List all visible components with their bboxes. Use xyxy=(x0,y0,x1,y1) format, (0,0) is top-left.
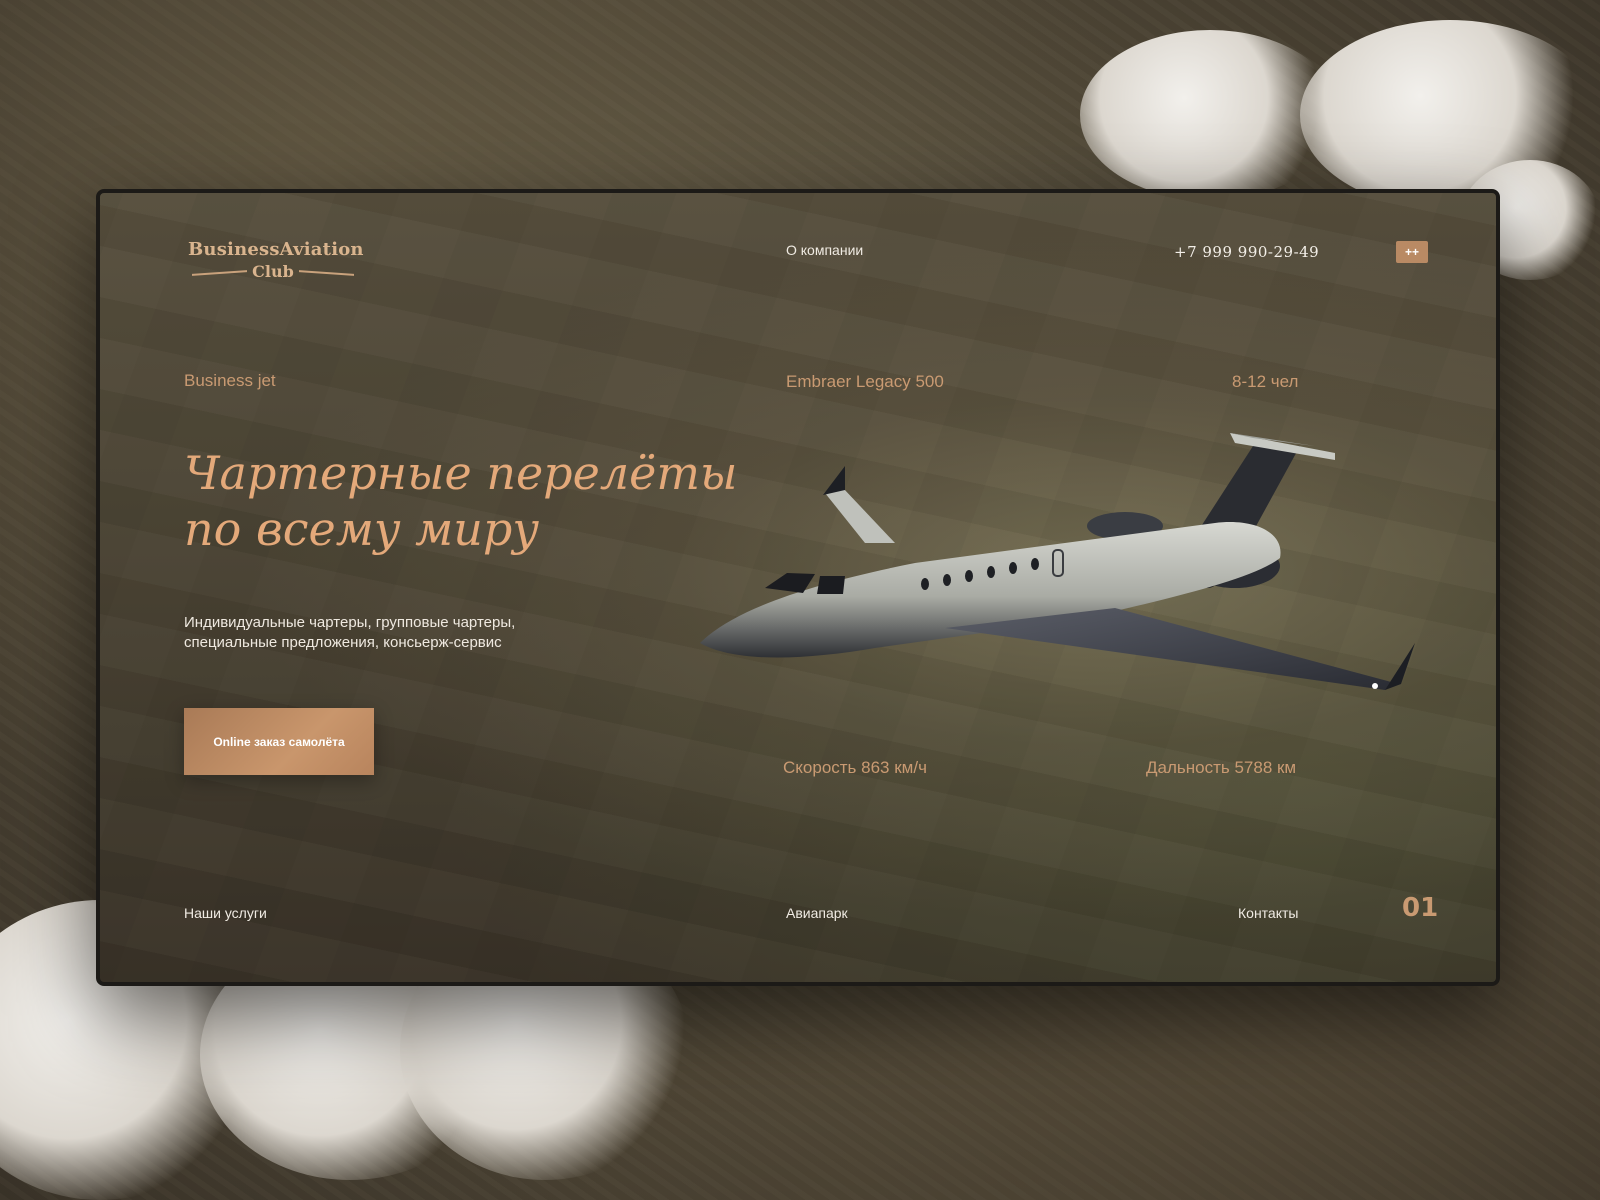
business-jet-image xyxy=(700,433,1415,690)
nav-services-link[interactable]: Наши услуги xyxy=(184,905,267,921)
menu-button[interactable]: ++ xyxy=(1396,241,1428,263)
spec-model: Embraer Legacy 500 xyxy=(786,372,944,391)
slide-number: 01 xyxy=(1402,893,1439,923)
logo-title: BusinessAviation xyxy=(188,239,364,260)
logo-subtitle: Club xyxy=(188,262,358,281)
spec-capacity: 8-12 чел xyxy=(1232,372,1299,391)
logo-subtitle-text: Club xyxy=(252,262,294,281)
hero-subtitle-line-2: специальные предложения, консьерж-сервис xyxy=(184,634,502,651)
hero-title-line-2: по всему миру xyxy=(184,502,540,556)
hero-title: Чартерные перелёты по всему миру xyxy=(184,445,744,557)
phone-number[interactable]: +7 999 990-29-49 xyxy=(1174,243,1319,261)
spec-speed: Скорость 863 км/ч xyxy=(783,758,927,777)
order-plane-button[interactable]: Online заказ самолёта xyxy=(184,708,374,775)
spec-range: Дальность 5788 км xyxy=(1146,758,1297,777)
hero-subtitle-line-1: Индивидуальные чартеры, групповые чартер… xyxy=(184,614,516,631)
nav-fleet-link[interactable]: Авиапарк xyxy=(786,905,848,921)
nav-contacts-link[interactable]: Контакты xyxy=(1238,905,1298,921)
nav-about-link[interactable]: О компании xyxy=(786,242,863,258)
logo[interactable]: BusinessAviation Club xyxy=(188,239,364,281)
logo-wing-left xyxy=(192,270,247,276)
hero-title-line-1: Чартерные перелёты xyxy=(184,446,738,500)
spec-category: Business jet xyxy=(184,371,276,390)
website-frame: BusinessAviation Club О компании +7 999 … xyxy=(96,189,1500,986)
logo-wing-right xyxy=(299,270,354,276)
hero-subtitle: Индивидуальные чартеры, групповые чартер… xyxy=(184,613,604,653)
